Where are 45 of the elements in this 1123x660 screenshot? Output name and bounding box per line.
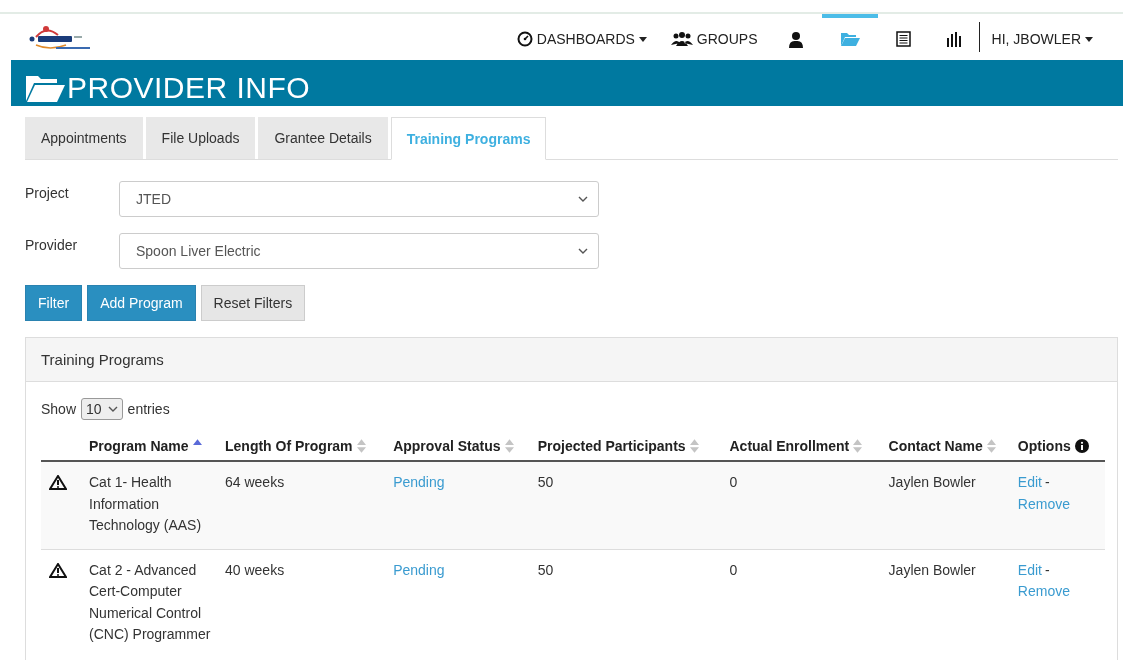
select-field[interactable]: Spoon Liver Electric bbox=[119, 233, 599, 269]
user-label[interactable]: HI, JBOWLER bbox=[991, 31, 1081, 47]
menu-label[interactable]: DASHBOARDS bbox=[536, 31, 635, 47]
tab[interactable]: Grantee Details bbox=[258, 117, 388, 159]
groups-link[interactable]: GROUPS bbox=[658, 14, 770, 60]
page-size-select[interactable]: 10 bbox=[81, 398, 123, 420]
action-button[interactable]: Reset Filters bbox=[200, 285, 306, 321]
table-cell: Cat 1- Health Information Technology (AAS) bbox=[89, 461, 225, 549]
show-label: Show bbox=[41, 401, 77, 417]
chevron-icon bbox=[578, 248, 588, 254]
table-cell: Jaylen Bowler bbox=[888, 549, 1018, 658]
action-button[interactable]: Filter bbox=[25, 285, 83, 321]
entries-label: entries bbox=[127, 401, 170, 417]
field-label: Project bbox=[25, 185, 70, 201]
folder-icon bbox=[25, 73, 65, 103]
table-cell: 50 bbox=[537, 549, 730, 658]
field-label: Provider bbox=[25, 237, 79, 253]
table-cell: 0 bbox=[729, 461, 889, 549]
caret-icon bbox=[638, 36, 647, 42]
bar-chart-icon[interactable] bbox=[946, 31, 961, 47]
dashboards-menu[interactable]: DASHBOARDS bbox=[504, 14, 659, 60]
list-icon[interactable] bbox=[895, 31, 911, 47]
caret-icon bbox=[1085, 36, 1093, 42]
table-cell: 40 weeks bbox=[225, 549, 394, 658]
separator: - bbox=[1044, 561, 1051, 578]
table-cell: 0 bbox=[729, 549, 889, 658]
select-field[interactable]: JTED bbox=[119, 181, 599, 217]
panel-title: Training Programs bbox=[41, 351, 164, 368]
separator: - bbox=[1044, 474, 1051, 490]
gauge-icon bbox=[516, 31, 533, 47]
info-icon[interactable] bbox=[1074, 439, 1089, 453]
tab[interactable]: Appointments bbox=[25, 117, 143, 159]
chevron-icon bbox=[107, 406, 118, 412]
table-cell: Jaylen Bowler bbox=[888, 461, 1018, 549]
table-cell: Cat 2 - Advanced Cert-Computer Numerical Control (CNC) Programmer bbox=[89, 549, 225, 658]
chevron-icon bbox=[578, 196, 588, 202]
person-icon[interactable] bbox=[787, 30, 804, 48]
table-cell: 64 weeks bbox=[225, 461, 394, 549]
table-cell: 50 bbox=[537, 461, 730, 549]
tab[interactable]: File Uploads bbox=[145, 117, 256, 159]
action-button[interactable]: Add Program bbox=[87, 285, 196, 321]
group-icon bbox=[670, 31, 693, 47]
user-menu[interactable]: HI, JBOWLER bbox=[979, 14, 1105, 60]
link-label[interactable]: GROUPS bbox=[696, 31, 758, 47]
page-title: PROVIDER INFO bbox=[67, 70, 311, 106]
